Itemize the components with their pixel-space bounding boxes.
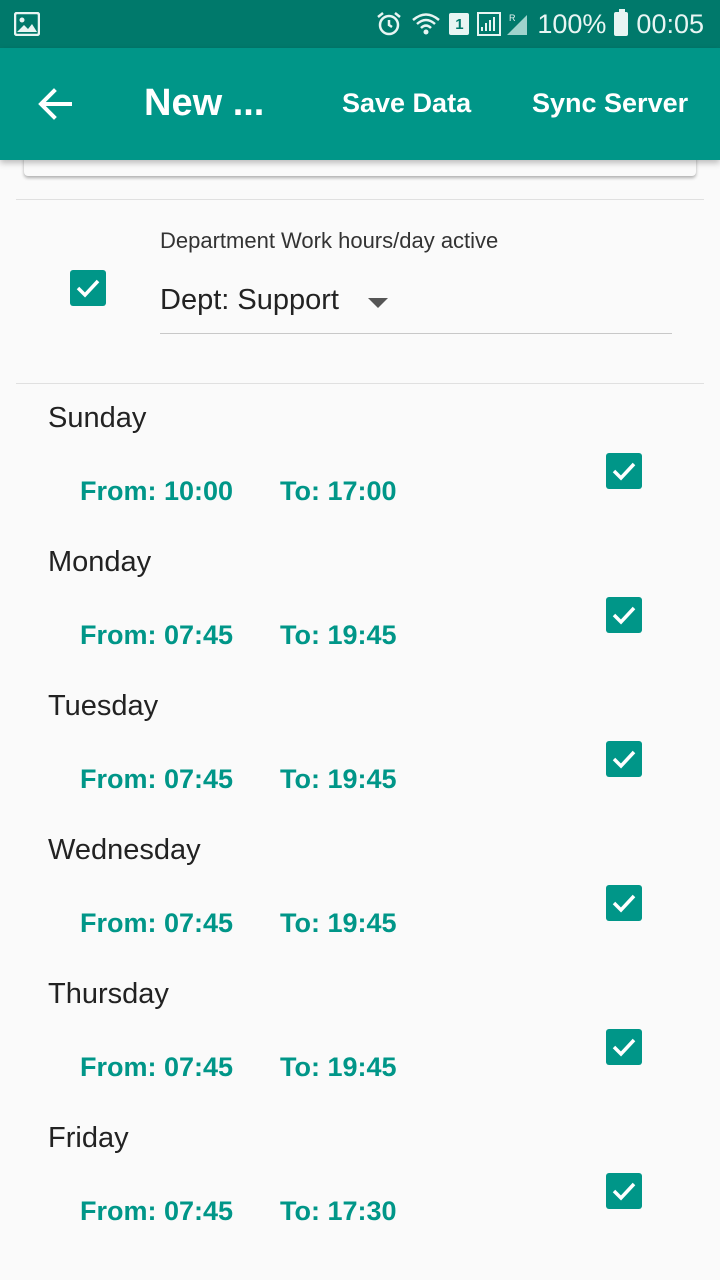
day-name: Sunday	[48, 402, 147, 434]
day-active-checkbox[interactable]	[606, 453, 642, 489]
signal-icon: R	[477, 11, 529, 37]
to-time[interactable]: To: 19:45	[280, 1052, 397, 1083]
check-icon	[612, 894, 636, 913]
day-name: Thursday	[48, 978, 169, 1010]
to-time[interactable]: To: 17:30	[280, 1196, 397, 1227]
from-time[interactable]: From: 07:45	[80, 1052, 233, 1083]
day-active-checkbox[interactable]	[606, 1173, 642, 1209]
department-active-checkbox[interactable]	[70, 270, 106, 306]
to-time[interactable]: To: 17:00	[280, 476, 397, 507]
clock: 00:05	[636, 8, 704, 39]
back-button[interactable]	[36, 84, 76, 124]
department-selected-value: Dept: Support	[160, 284, 339, 316]
day-active-checkbox[interactable]	[606, 1029, 642, 1065]
caret-down-icon	[368, 298, 388, 308]
divider	[16, 383, 704, 384]
save-data-button[interactable]: Save Data	[342, 88, 471, 119]
to-time[interactable]: To: 19:45	[280, 764, 397, 795]
day-active-checkbox[interactable]	[606, 597, 642, 633]
to-time[interactable]: To: 19:45	[280, 620, 397, 651]
app-bar: New ... Save Data Sync Server	[0, 48, 720, 160]
divider	[16, 199, 704, 200]
check-icon	[76, 279, 100, 298]
check-icon	[612, 750, 636, 769]
day-active-checkbox[interactable]	[606, 885, 642, 921]
alarm-icon	[375, 10, 403, 38]
day-name: Wednesday	[48, 834, 201, 866]
svg-text:R: R	[509, 13, 516, 23]
battery-icon	[614, 9, 629, 36]
wifi-icon	[411, 11, 441, 37]
department-dropdown[interactable]: Dept: Support	[160, 278, 672, 334]
from-time[interactable]: From: 07:45	[80, 620, 233, 651]
day-name: Friday	[48, 1122, 129, 1154]
gallery-notification-icon	[14, 12, 40, 36]
page-title: New ...	[144, 82, 265, 124]
check-icon	[612, 462, 636, 481]
check-icon	[612, 1182, 636, 1201]
from-time[interactable]: From: 07:45	[80, 764, 233, 795]
check-icon	[612, 1038, 636, 1057]
sim-icon: 1	[449, 13, 470, 35]
from-time[interactable]: From: 07:45	[80, 1196, 233, 1227]
to-time[interactable]: To: 19:45	[280, 908, 397, 939]
check-icon	[612, 606, 636, 625]
day-name: Monday	[48, 546, 152, 578]
battery-percent: 100%	[537, 8, 607, 39]
from-time[interactable]: From: 07:45	[80, 908, 233, 939]
department-label: Department Work hours/day active	[160, 228, 499, 253]
from-time[interactable]: From: 10:00	[80, 476, 233, 507]
day-active-checkbox[interactable]	[606, 741, 642, 777]
status-bar: 1 R 100% 00:05	[0, 0, 720, 48]
arrow-left-icon	[38, 88, 72, 120]
day-name: Tuesday	[48, 690, 159, 722]
sync-server-button[interactable]: Sync Server	[532, 88, 688, 119]
